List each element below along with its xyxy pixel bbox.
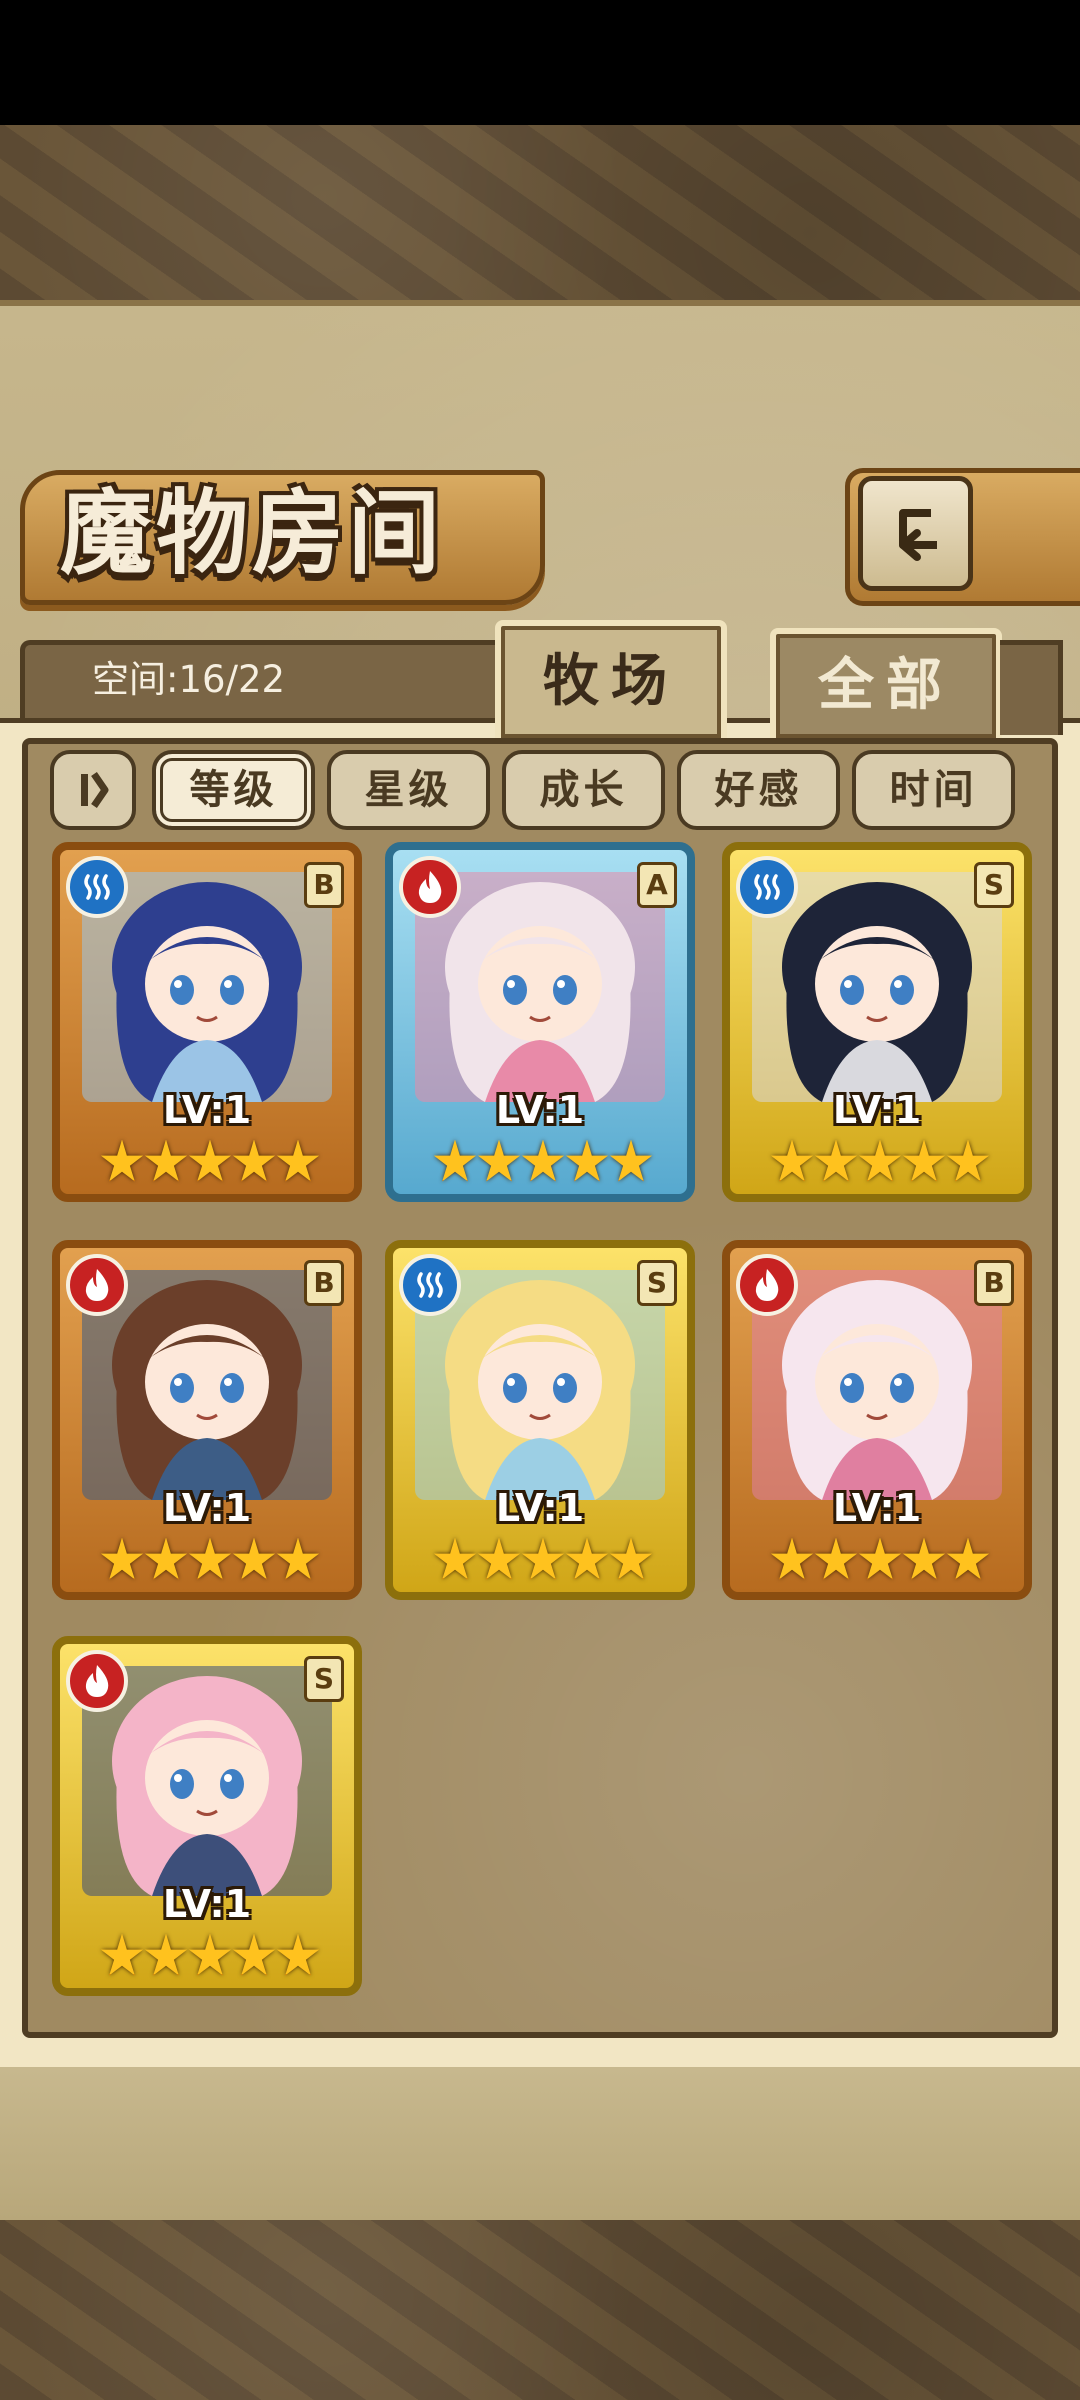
- star-icon: [521, 1139, 565, 1182]
- map-background-bottom: [0, 2220, 1080, 2400]
- sort-affection-button[interactable]: 好感: [677, 750, 840, 830]
- star-rating: [100, 1533, 320, 1588]
- star-icon: [770, 1139, 814, 1182]
- rank-badge: S: [974, 862, 1014, 908]
- star-icon: [565, 1139, 609, 1182]
- star-rating: [770, 1533, 990, 1588]
- map-background-top: [0, 125, 1080, 305]
- star-icon: [565, 1537, 609, 1580]
- sort-growth-button[interactable]: 成长: [502, 750, 665, 830]
- sort-level-button[interactable]: 等级: [152, 750, 315, 830]
- sort-time-button[interactable]: 时间: [852, 750, 1015, 830]
- parchment-bottom-edge: [0, 2060, 1080, 2226]
- level-label: LV:1: [162, 1882, 252, 1926]
- star-icon: [814, 1139, 858, 1182]
- sort-order-icon: [81, 772, 109, 808]
- fire-element-icon: [66, 1254, 128, 1316]
- level-label: LV:1: [162, 1486, 252, 1530]
- rank-badge: B: [974, 1260, 1014, 1306]
- rank-badge: B: [304, 862, 344, 908]
- rank-badge: S: [637, 1260, 677, 1306]
- sort-order-toggle[interactable]: [50, 750, 136, 830]
- star-icon: [100, 1139, 144, 1182]
- star-icon: [232, 1933, 276, 1976]
- star-icon: [276, 1537, 320, 1580]
- level-label: LV:1: [832, 1486, 922, 1530]
- star-rating: [100, 1135, 320, 1190]
- rank-badge: B: [304, 1260, 344, 1306]
- star-icon: [188, 1537, 232, 1580]
- star-icon: [100, 1933, 144, 1976]
- star-icon: [188, 1139, 232, 1182]
- star-icon: [946, 1139, 990, 1182]
- star-rating: [770, 1135, 990, 1190]
- star-icon: [902, 1537, 946, 1580]
- level-label: LV:1: [162, 1088, 252, 1132]
- star-icon: [144, 1537, 188, 1580]
- star-icon: [770, 1537, 814, 1580]
- fire-element-icon: [399, 856, 461, 918]
- page-title: 魔物房间: [60, 479, 445, 587]
- star-icon: [858, 1139, 902, 1182]
- star-icon: [477, 1139, 521, 1182]
- star-icon: [433, 1139, 477, 1182]
- star-icon: [232, 1139, 276, 1182]
- star-icon: [609, 1139, 653, 1182]
- star-icon: [144, 1933, 188, 1976]
- level-label: LV:1: [495, 1088, 585, 1132]
- tab-strip-end: [1000, 640, 1063, 735]
- monster-card[interactable]: S LV:1: [722, 842, 1032, 1202]
- sort-stars-button[interactable]: 星级: [327, 750, 490, 830]
- monster-card[interactable]: B LV:1: [52, 842, 362, 1202]
- monster-card[interactable]: S LV:1: [385, 1240, 695, 1600]
- star-icon: [521, 1537, 565, 1580]
- status-bar: [0, 0, 1080, 125]
- star-icon: [858, 1537, 902, 1580]
- tab-ranch[interactable]: 牧场: [495, 620, 727, 738]
- star-icon: [433, 1537, 477, 1580]
- monster-card[interactable]: S LV:1: [52, 1636, 362, 1996]
- water-element-icon: [736, 856, 798, 918]
- fire-element-icon: [736, 1254, 798, 1316]
- monster-card[interactable]: A LV:1: [385, 842, 695, 1202]
- star-icon: [477, 1537, 521, 1580]
- level-label: LV:1: [832, 1088, 922, 1132]
- star-icon: [276, 1933, 320, 1976]
- star-icon: [144, 1139, 188, 1182]
- rank-badge: A: [637, 862, 677, 908]
- water-element-icon: [399, 1254, 461, 1316]
- rank-badge: S: [304, 1656, 344, 1702]
- star-icon: [232, 1537, 276, 1580]
- level-label: LV:1: [495, 1486, 585, 1530]
- star-icon: [902, 1139, 946, 1182]
- monster-card[interactable]: B LV:1: [52, 1240, 362, 1600]
- back-button[interactable]: [858, 476, 973, 591]
- tab-all[interactable]: 全部: [770, 628, 1002, 738]
- star-icon: [609, 1537, 653, 1580]
- star-rating: [433, 1135, 653, 1190]
- star-icon: [814, 1537, 858, 1580]
- star-rating: [100, 1929, 320, 1984]
- monster-card[interactable]: B LV:1: [722, 1240, 1032, 1600]
- star-icon: [188, 1933, 232, 1976]
- star-icon: [946, 1537, 990, 1580]
- star-rating: [433, 1533, 653, 1588]
- water-element-icon: [66, 856, 128, 918]
- star-icon: [100, 1537, 144, 1580]
- back-arrow-icon: [898, 508, 937, 561]
- fire-element-icon: [66, 1650, 128, 1712]
- storage-count: 空间:16/22: [92, 658, 286, 701]
- star-icon: [276, 1139, 320, 1182]
